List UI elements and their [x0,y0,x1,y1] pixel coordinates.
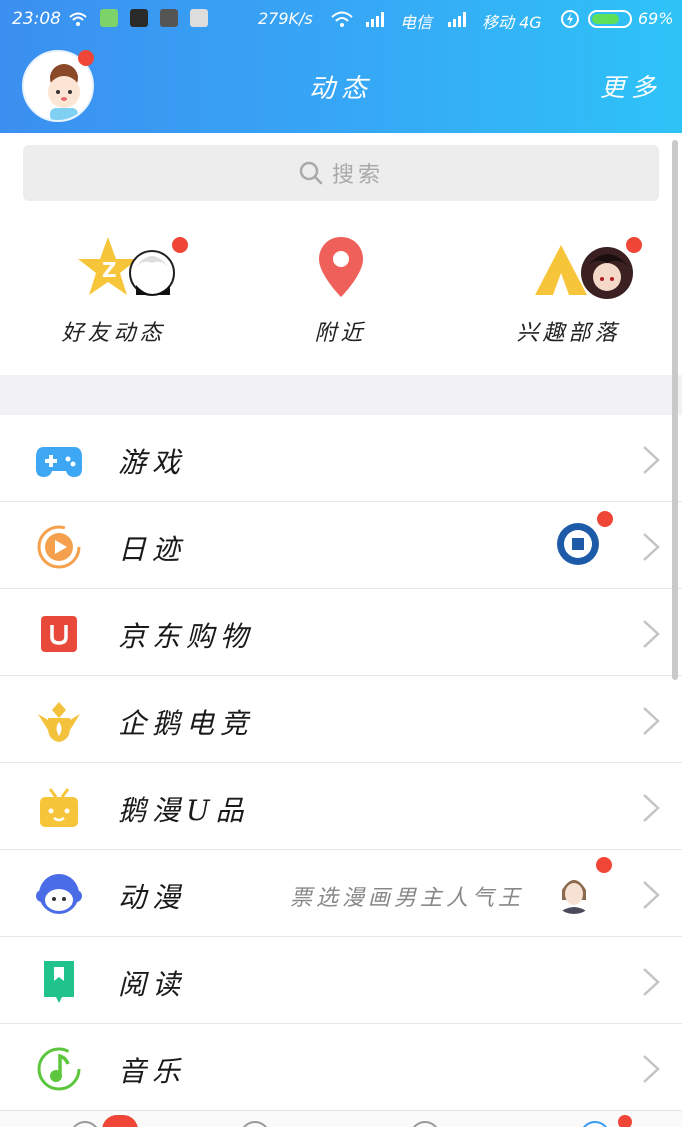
university-logo-thumbnail [557,523,599,565]
tab-icon[interactable] [410,1121,440,1127]
tent-icon [535,245,633,299]
scrollbar[interactable] [672,140,678,680]
signal-icon [366,12,384,27]
chevron-right-icon [643,881,660,909]
tab-icon[interactable] [240,1121,270,1127]
chevron-right-icon [643,446,660,474]
list-item-reading[interactable]: 阅读 [0,937,682,1024]
wifi-icon [331,11,353,27]
list-item-label: 日迹 [118,533,187,566]
search-placeholder: 搜索 [331,163,384,188]
avatar-badge [78,50,94,66]
charging-icon [561,10,579,28]
location-pin-icon [319,237,363,297]
list-item-label: 音乐 [118,1055,187,1088]
chevron-right-icon [643,794,660,822]
list-item-label: 企鹅电竞 [118,707,255,740]
search-input[interactable]: 搜索 [23,145,659,201]
battery-percent: 69% [638,9,674,28]
list-item-eman-goods[interactable]: 鹅漫U品 [0,763,682,850]
quick-item-nearby[interactable]: 附近 [227,215,454,375]
anime-character-thumbnail [552,870,596,914]
section-divider [0,375,682,415]
header-background: 23:08 279K/s 电信 移动 4G 69% 动态 更多 [0,0,682,133]
status-bar: 23:08 279K/s 电信 移动 4G 69% [0,0,682,38]
list-item-badge [597,511,613,527]
carrier-2: 移动 4G [482,13,542,32]
shopping-bag-icon [41,616,77,652]
search-area: 搜索 [0,133,682,215]
title-bar: 动态 更多 [0,38,682,133]
gift-box-icon [40,788,78,827]
network-speed: 279K/s [258,9,313,28]
list-item-label: 京东购物 [118,620,255,653]
app-notification-icon [160,9,178,27]
tab-icon[interactable] [580,1121,610,1127]
page-title: 动态 [308,74,373,104]
music-note-icon [37,1047,81,1091]
quick-item-badge [172,237,188,253]
quick-entry-row: Z 好友动态 附近 兴趣部落 [0,215,682,375]
chevron-right-icon [643,533,660,561]
list-item-label: 游戏 [118,446,187,479]
status-time: 23:08 [12,9,61,29]
app-notification-icon [130,9,148,27]
list-item-penguin-esports[interactable]: 企鹅电竞 [0,676,682,763]
feature-list: 游戏 日迹 京东购物 企鹅电竞 鹅漫U品 动漫 票选漫画男主人气王 阅读 音乐 [0,415,682,1111]
battery-icon [588,10,632,28]
tab-icon[interactable] [70,1121,100,1127]
quick-item-label: 附近 [314,321,367,346]
bookmark-book-icon [44,961,74,1003]
play-circle-icon [37,525,81,569]
tab-badge [618,1115,632,1127]
chevron-right-icon [643,968,660,996]
list-item-extra: 票选漫画男主人气王 [289,886,524,911]
chevron-right-icon [643,707,660,735]
svg-text:Z: Z [102,258,117,282]
app-notification-icon [100,9,118,27]
list-item-label: 阅读 [118,968,187,1001]
list-item-games[interactable]: 游戏 [0,415,682,502]
anime-face-icon [36,874,82,914]
list-item-daily-trace[interactable]: 日迹 [0,502,682,589]
quick-item-label: 好友动态 [61,321,166,346]
search-icon [299,161,323,185]
carrier-1: 电信 [400,13,433,32]
star-friends-icon: Z [78,237,175,296]
gamepad-icon [36,447,82,477]
chevron-right-icon [643,1055,660,1083]
chevron-right-icon [643,620,660,648]
signal-icon [448,12,466,27]
list-item-label: 动漫 [118,881,187,914]
unread-badge [102,1115,138,1127]
bottom-tab-bar [0,1110,682,1127]
list-item-anime[interactable]: 动漫 票选漫画男主人气王 [0,850,682,937]
list-item-label: 鹅漫U品 [118,794,250,827]
esports-crown-icon [38,702,80,742]
quick-item-friends-feed[interactable]: Z 好友动态 [0,215,227,375]
list-item-music[interactable]: 音乐 [0,1024,682,1111]
wifi-icon [69,12,87,26]
app-notification-icon [190,9,208,27]
list-item-jd-shopping[interactable]: 京东购物 [0,589,682,676]
quick-item-badge [626,237,642,253]
quick-item-label: 兴趣部落 [516,321,621,346]
quick-item-interest-tribe[interactable]: 兴趣部落 [455,215,682,375]
more-button[interactable]: 更多 [600,68,662,104]
list-item-badge [596,857,612,873]
